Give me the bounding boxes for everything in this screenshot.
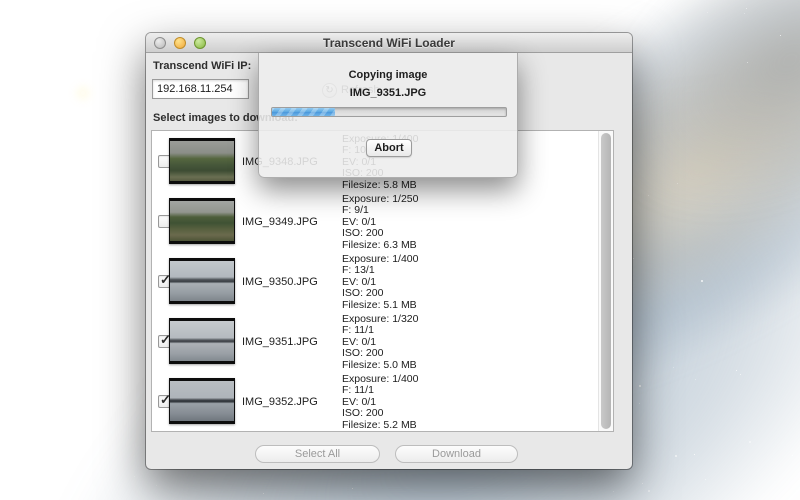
star bbox=[263, 493, 264, 494]
image-filename: IMG_9352.JPG bbox=[242, 396, 318, 408]
star bbox=[379, 28, 380, 29]
image-exif: Exposure: 1/250F: 9/1EV: 0/1ISO: 200File… bbox=[342, 194, 418, 251]
bright-star bbox=[81, 91, 85, 95]
list-item[interactable]: ✓ IMG_9352.JPG Exposure: 1/400F: 11/1EV:… bbox=[152, 371, 613, 431]
thumbnail-photo bbox=[170, 261, 234, 301]
star bbox=[694, 454, 695, 455]
list-item[interactable]: ✓ IMG_9350.JPG Exposure: 1/400F: 13/1EV:… bbox=[152, 251, 613, 311]
select-all-button[interactable]: Select All bbox=[255, 445, 380, 463]
image-thumbnail bbox=[169, 198, 235, 244]
star bbox=[747, 62, 748, 63]
star bbox=[134, 476, 135, 477]
star bbox=[639, 403, 640, 404]
star bbox=[115, 438, 116, 439]
thumbnail-photo bbox=[170, 381, 234, 421]
star bbox=[39, 228, 40, 229]
progress-bar-track bbox=[271, 107, 507, 117]
star bbox=[677, 183, 678, 184]
star bbox=[28, 264, 29, 265]
star bbox=[124, 394, 125, 395]
thumbnail-photo bbox=[170, 201, 234, 241]
scrollbar-track[interactable] bbox=[598, 131, 613, 431]
star bbox=[54, 99, 55, 100]
star bbox=[77, 14, 78, 15]
ip-input[interactable] bbox=[152, 79, 249, 99]
star bbox=[120, 284, 121, 285]
star bbox=[8, 174, 9, 175]
image-thumbnail bbox=[169, 318, 235, 364]
window-title: Transcend WiFi Loader bbox=[146, 36, 632, 50]
star bbox=[104, 429, 105, 430]
list-item[interactable]: ✓ IMG_9351.JPG Exposure: 1/320F: 11/1EV:… bbox=[152, 311, 613, 371]
image-exif: Exposure: 1/400F: 11/1EV: 0/1ISO: 200Fil… bbox=[342, 374, 418, 431]
image-exif: Exposure: 1/320F: 11/1EV: 0/1ISO: 200Fil… bbox=[342, 314, 418, 371]
star bbox=[707, 12, 708, 13]
star bbox=[695, 379, 696, 380]
star bbox=[32, 270, 33, 271]
star bbox=[142, 407, 143, 408]
ip-label: Transcend WiFi IP: bbox=[153, 60, 251, 72]
copy-progress-dialog: Copying image IMG_9351.JPG Abort bbox=[258, 53, 518, 178]
star bbox=[308, 18, 309, 19]
star bbox=[520, 31, 521, 32]
image-thumbnail bbox=[169, 138, 235, 184]
image-filename: IMG_9349.JPG bbox=[242, 216, 318, 228]
download-button[interactable]: Download bbox=[395, 445, 518, 463]
star bbox=[642, 483, 643, 484]
thumbnail-photo bbox=[170, 141, 234, 181]
image-filename: IMG_9350.JPG bbox=[242, 276, 318, 288]
star bbox=[633, 258, 634, 259]
star bbox=[648, 195, 649, 196]
star bbox=[736, 370, 737, 371]
star bbox=[101, 178, 102, 179]
star bbox=[701, 280, 703, 282]
image-exif: Exposure: 1/400F: 13/1EV: 0/1ISO: 200Fil… bbox=[342, 254, 418, 311]
star bbox=[648, 490, 650, 492]
progress-bar-fill bbox=[272, 108, 335, 116]
star bbox=[795, 485, 796, 486]
star bbox=[673, 367, 674, 368]
star bbox=[749, 441, 751, 443]
star bbox=[249, 4, 250, 5]
star bbox=[780, 35, 781, 36]
list-item[interactable]: ✓ IMG_9349.JPG Exposure: 1/250F: 9/1EV: … bbox=[152, 191, 613, 251]
abort-button[interactable]: Abort bbox=[366, 139, 412, 157]
star bbox=[42, 263, 43, 264]
star bbox=[427, 21, 429, 23]
image-filename: IMG_9351.JPG bbox=[242, 336, 318, 348]
star bbox=[639, 385, 641, 387]
star bbox=[55, 493, 56, 494]
star bbox=[746, 8, 747, 9]
star bbox=[613, 491, 614, 492]
star bbox=[7, 349, 8, 350]
image-thumbnail bbox=[169, 378, 235, 424]
star bbox=[82, 489, 83, 490]
star bbox=[705, 479, 706, 480]
star bbox=[76, 433, 77, 434]
thumbnail-photo bbox=[170, 321, 234, 361]
star bbox=[158, 25, 159, 26]
app-window: Transcend WiFi Loader Transcend WiFi IP:… bbox=[146, 33, 632, 469]
star bbox=[352, 488, 353, 489]
image-thumbnail bbox=[169, 258, 235, 304]
star bbox=[21, 195, 22, 196]
dialog-title: Copying image bbox=[259, 69, 517, 81]
star bbox=[99, 266, 100, 267]
star bbox=[675, 455, 677, 457]
star bbox=[744, 13, 745, 14]
dialog-filename: IMG_9351.JPG bbox=[259, 87, 517, 99]
star bbox=[156, 485, 157, 486]
star bbox=[740, 374, 741, 375]
title-bar[interactable]: Transcend WiFi Loader bbox=[146, 33, 632, 53]
star bbox=[792, 455, 793, 456]
scrollbar-thumb[interactable] bbox=[601, 133, 611, 429]
